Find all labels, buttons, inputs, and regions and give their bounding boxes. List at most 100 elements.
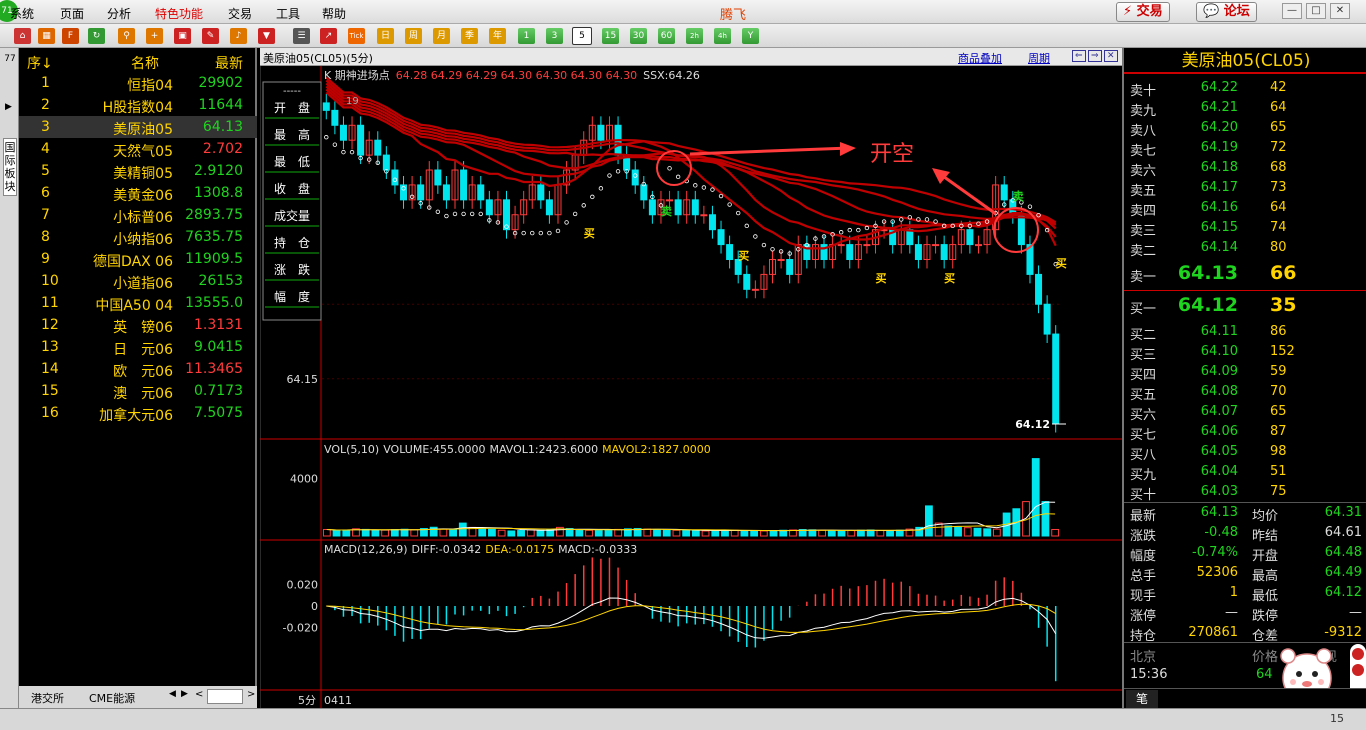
- period-y-button[interactable]: Y: [742, 28, 759, 44]
- bid-row[interactable]: 买九 64.04 51: [1124, 462, 1366, 483]
- bid-row[interactable]: 买四 64.09 59: [1124, 362, 1366, 383]
- period-3min-button[interactable]: 3: [546, 28, 563, 44]
- period-link[interactable]: 周期: [1028, 50, 1050, 66]
- menu-trade[interactable]: 交易: [228, 5, 252, 22]
- bell-icon[interactable]: ♪: [230, 28, 247, 44]
- watchlist-row[interactable]: 10 小道指06 26153: [19, 270, 257, 292]
- header-index[interactable]: 序↓: [27, 53, 53, 73]
- bid-row[interactable]: 买三 64.10 152: [1124, 342, 1366, 363]
- menu-system[interactable]: 系统: [10, 5, 34, 22]
- period-30min-button[interactable]: 30: [630, 28, 647, 44]
- ask-row[interactable]: 卖二 64.14 80: [1124, 238, 1366, 259]
- menu-page[interactable]: 页面: [60, 5, 84, 22]
- ask-row[interactable]: 卖八 64.20 65: [1124, 118, 1366, 139]
- search-icon[interactable]: ⚲: [118, 28, 135, 44]
- period-month-button[interactable]: 月: [433, 28, 450, 44]
- bid-row[interactable]: 买六 64.07 65: [1124, 402, 1366, 423]
- ask-row[interactable]: 卖五 64.17 73: [1124, 178, 1366, 199]
- buy-signal: 买: [584, 227, 595, 240]
- tab-cme-energy[interactable]: CME能源: [89, 690, 135, 706]
- period-1min-button[interactable]: 1: [518, 28, 535, 44]
- macd-legend-macd: MACD:-0.0333: [558, 543, 637, 556]
- overlay-link[interactable]: 商品叠加: [958, 50, 1002, 66]
- watchlist-row[interactable]: 2 H股指数04 11644: [19, 94, 257, 116]
- period-60min-button[interactable]: 60: [658, 28, 675, 44]
- watchlist-row[interactable]: 3 美原油05 64.13: [19, 116, 257, 138]
- watchlist-row[interactable]: 9 德国DAX 06 11909.5: [19, 248, 257, 270]
- nav-next-icon[interactable]: ⇒: [1088, 50, 1102, 62]
- maximize-icon[interactable]: □: [1306, 3, 1326, 19]
- trade-button[interactable]: ⚡ 交易: [1116, 2, 1170, 22]
- watchlist-row[interactable]: 1 恒指04 29902: [19, 72, 257, 94]
- bid-row[interactable]: 买二 64.11 86: [1124, 322, 1366, 343]
- period-5min-button[interactable]: 5: [572, 27, 592, 45]
- sar-dot: [847, 227, 852, 233]
- watchlist-row[interactable]: 7 小标普06 2893.75: [19, 204, 257, 226]
- ask-row[interactable]: 卖六 64.18 68: [1124, 158, 1366, 179]
- tick-button[interactable]: Tick: [348, 28, 365, 44]
- watchlist-row[interactable]: 6 美黄金06 1308.8: [19, 182, 257, 204]
- period-day-button[interactable]: 日: [377, 28, 394, 44]
- ask-row[interactable]: 卖一 64.13 66: [1124, 258, 1366, 290]
- watchlist-row[interactable]: 14 欧 元06 11.3465: [19, 358, 257, 380]
- watchlist-row[interactable]: 11 中国A50 04 13555.0: [19, 292, 257, 314]
- watchlist-row[interactable]: 4 天然气05 2.702: [19, 138, 257, 160]
- ask-row[interactable]: 卖三 64.15 74: [1124, 218, 1366, 239]
- menu-tools[interactable]: 工具: [276, 5, 300, 22]
- table-icon[interactable]: ☰: [293, 28, 310, 44]
- header-name[interactable]: 名称: [131, 53, 159, 73]
- home-icon[interactable]: ⌂: [14, 28, 31, 44]
- refresh-icon[interactable]: ↻: [88, 28, 105, 44]
- bid-row[interactable]: 买八 64.05 98: [1124, 442, 1366, 463]
- watchlist-row[interactable]: 5 美精铜05 2.9120: [19, 160, 257, 182]
- zoom-in-icon[interactable]: +: [146, 28, 163, 44]
- bid-row[interactable]: 买五 64.08 70: [1124, 382, 1366, 403]
- candle: [331, 101, 339, 135]
- watchlist-row[interactable]: 15 澳 元06 0.7173: [19, 380, 257, 402]
- watchlist-row[interactable]: 12 英 镑06 1.3131: [19, 314, 257, 336]
- minimize-icon[interactable]: —: [1282, 3, 1302, 19]
- period-15min-button[interactable]: 15: [602, 28, 619, 44]
- bid-row[interactable]: 买十 64.03 75: [1124, 482, 1366, 503]
- menu-special[interactable]: 特色功能: [155, 5, 203, 22]
- header-price[interactable]: 最新: [215, 53, 243, 73]
- watchlist-row[interactable]: 8 小纳指06 7635.75: [19, 226, 257, 248]
- ask-row[interactable]: 卖十 64.22 42: [1124, 78, 1366, 99]
- filter-icon[interactable]: ▼: [258, 28, 275, 44]
- ask-row[interactable]: 卖九 64.21 64: [1124, 98, 1366, 119]
- period-year-button[interactable]: 年: [489, 28, 506, 44]
- candle-body: [717, 229, 725, 246]
- close-icon[interactable]: ✕: [1330, 3, 1350, 19]
- side-arrow-icon[interactable]: ▶: [5, 102, 12, 112]
- menu-help[interactable]: 帮助: [322, 5, 346, 22]
- scroll-right-icon[interactable]: ▶: [181, 689, 188, 699]
- forum-button[interactable]: 💬 论坛: [1196, 2, 1257, 22]
- kline-chart-svg[interactable]: 64.2064.15-----开 盘最 高最 低收 盘成交量持 仓涨 跌幅 度1…: [260, 66, 1122, 708]
- ask-row[interactable]: 卖四 64.16 64: [1124, 198, 1366, 219]
- period-season-button[interactable]: 季: [461, 28, 478, 44]
- line-icon[interactable]: ↗: [320, 28, 337, 44]
- horizontal-scrollbar[interactable]: [207, 689, 243, 704]
- menu-analysis[interactable]: 分析: [107, 5, 131, 22]
- scroll-right-arrow-icon[interactable]: >: [247, 689, 255, 700]
- pen-icon[interactable]: ✎: [202, 28, 219, 44]
- candle-body: [597, 124, 605, 141]
- tab-tick[interactable]: 笔: [1126, 690, 1158, 708]
- flag-icon[interactable]: F: [62, 28, 79, 44]
- side-tab-international[interactable]: 国际板块: [3, 138, 17, 196]
- scroll-left-arrow-icon[interactable]: <: [195, 689, 203, 700]
- chart-icon[interactable]: ▦: [38, 28, 55, 44]
- scroll-left-icon[interactable]: ◀: [169, 689, 176, 699]
- layout-icon[interactable]: ▣: [174, 28, 191, 44]
- period-week-button[interactable]: 周: [405, 28, 422, 44]
- chart-close-icon[interactable]: ✕: [1104, 50, 1118, 62]
- bid-row[interactable]: 买一 64.12 35: [1124, 290, 1366, 322]
- watchlist-row[interactable]: 16 加拿大元06 7.5075: [19, 402, 257, 424]
- watchlist-row[interactable]: 13 日 元06 9.0415: [19, 336, 257, 358]
- period-4h-button[interactable]: 4h: [714, 28, 731, 44]
- tab-hkex[interactable]: 港交所: [31, 690, 64, 706]
- nav-prev-icon[interactable]: ⇐: [1072, 50, 1086, 62]
- period-2h-button[interactable]: 2h: [686, 28, 703, 44]
- bid-row[interactable]: 买七 64.06 87: [1124, 422, 1366, 443]
- ask-row[interactable]: 卖七 64.19 72: [1124, 138, 1366, 159]
